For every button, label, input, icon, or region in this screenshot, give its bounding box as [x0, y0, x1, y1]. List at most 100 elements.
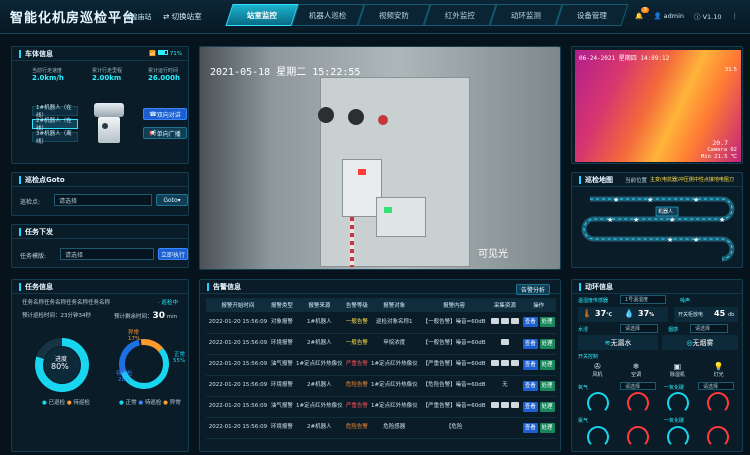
alarm-type: 环境报警 [269, 333, 294, 355]
table-row: 2022-01-20 15:56:09 环境报警 2#机器人 危险告警 1#定点红外热像… [206, 375, 556, 397]
user-menu[interactable]: 👤 admin [653, 12, 684, 20]
gauge-row-2 [578, 426, 738, 448]
robot-item-3[interactable]: 3#机器人（离线） [32, 131, 78, 145]
handle-button[interactable]: 处理 [539, 317, 555, 328]
video-icon[interactable] [500, 317, 509, 324]
col-source: 报警来源 [293, 298, 345, 312]
alarm-title: 告警信息 [200, 280, 560, 294]
alarm-object: 1#定点红外热像仪 [368, 375, 420, 397]
image-icon[interactable] [500, 339, 509, 345]
broadcast-button[interactable]: 📢 单向广播 [143, 127, 187, 139]
handle-button[interactable]: 处理 [539, 338, 555, 349]
o2-select[interactable]: 请选择 [620, 382, 656, 390]
map-panel: 巡检地图 当前位置 主变(电抗器)冲压侧中性点接地电阻刀 ★ ★ ★ ★ ★ ★ ★ ★ ★ 机… [571, 172, 743, 268]
view-button[interactable]: 查看 [522, 380, 538, 391]
abnormal-label: 异常 [128, 330, 140, 336]
tab-device-manage[interactable]: 设备管理 [555, 4, 629, 26]
switch-station-button[interactable]: ⇄ 切换站室 [163, 11, 202, 22]
co-select[interactable]: 请选择 [698, 382, 734, 390]
alarm-analysis-button[interactable]: 告警分析 [516, 284, 550, 295]
alarm-source: 1#机器人 [293, 312, 345, 334]
task-name: 任务名称任务名称任务名称任务名称 [22, 300, 111, 306]
talk-button[interactable]: ☎ 双向对讲 [143, 108, 187, 120]
tab-video-security[interactable]: 视频安防 [357, 4, 431, 26]
alarm-type: 环境报警 [269, 375, 294, 397]
alarm-type: 环境报警 [269, 417, 294, 439]
patrol-map: ★ ★ ★ ★ ★ ★ ★ ★ ★ [581, 196, 735, 262]
task-remain: 预计剩余时间：30 min [114, 311, 178, 321]
noise-label: 噪声 [680, 298, 691, 304]
bell-icon[interactable]: 🔔 3 [635, 7, 649, 20]
goto-select[interactable]: 请选择 [54, 194, 152, 206]
alarm-resource [488, 333, 522, 355]
view-button[interactable]: 查看 [522, 338, 538, 349]
handle-button[interactable]: 处理 [539, 380, 555, 391]
svg-text:★: ★ [693, 196, 699, 204]
ir-min: Min 21.5 ℃ [701, 154, 737, 160]
alarm-resource [488, 396, 522, 418]
pending-label: 待巡检 [116, 371, 133, 377]
main-tabs: 站室监控 机器人巡检 视频安防 红外监控 动环监测 设备管理 [225, 4, 629, 30]
video-caption: 可见光 [478, 249, 508, 260]
table-row: 2022-01-20 15:56:09 环境报警 2#机器人 一般告警 甲烷浓度 【一般告… [206, 333, 556, 355]
robot-item-2[interactable]: 2#机器人（在线） [32, 118, 78, 132]
alarm-resource: 无 [488, 375, 522, 397]
alarm-source: 2#机器人 [293, 333, 345, 355]
ir-timestamp: 06-24-2021 星期四 14:09:12 [579, 55, 670, 62]
audio-icon[interactable] [510, 360, 519, 366]
video-icon[interactable] [500, 360, 509, 366]
o2-label: 氧气 [578, 385, 589, 391]
light-control[interactable]: 💡 灯光 [714, 362, 724, 382]
handle-button[interactable]: 处理 [539, 359, 555, 370]
dehumidifier-control[interactable]: ▣ 除湿机 [670, 362, 685, 382]
table-row: 2022-01-20 15:56:09 油气报警 1#定点红外热像仪 严重告警 1#定点… [206, 354, 556, 376]
water-label: 水浸 [578, 327, 589, 333]
fan-control[interactable]: ✇ 风机 [592, 362, 602, 382]
goto-button[interactable]: Goto ▾ [156, 194, 188, 206]
car-info-panel: 车体信息 📶 71% 当前行走速度 2.0km/h 累计行走里程 2.00km 累计… [11, 46, 189, 164]
view-button[interactable]: 查看 [522, 422, 538, 433]
image-icon[interactable] [490, 360, 499, 366]
task-template-select[interactable]: 请选择 [60, 248, 154, 260]
info-icon: ⓘ [694, 13, 703, 21]
notification-badge: 3 [641, 7, 649, 13]
handle-button[interactable]: 处理 [539, 401, 555, 412]
alarm-source: 1#定点红外热像仪 [293, 396, 345, 418]
image-icon[interactable] [490, 317, 499, 324]
audio-icon[interactable] [510, 402, 519, 408]
more-icon[interactable]: ⋮ [732, 12, 739, 20]
view-button[interactable]: 查看 [522, 401, 538, 412]
task-status: · 巡检中 [158, 300, 178, 306]
handle-button[interactable]: 处理 [539, 422, 555, 433]
video-icon[interactable] [500, 402, 509, 408]
ir-temp2: 20.7 [712, 139, 728, 147]
alarm-source: 1#定点红外热像仪 [293, 354, 345, 376]
map-robot-label: 机器人 [658, 209, 674, 215]
water-select[interactable]: 请选择 [620, 324, 658, 333]
alarm-resource [488, 312, 522, 334]
smoke-select[interactable]: 请选择 [690, 324, 728, 333]
tab-station-monitor[interactable]: 站室监控 [225, 4, 299, 26]
view-button[interactable]: 查看 [522, 317, 538, 328]
image-icon[interactable] [490, 402, 499, 408]
tab-environment[interactable]: 动环监测 [489, 4, 563, 26]
alarm-panel: 告警信息 告警分析 报警开始时间 报警类型 报警来源 告警等级 报警对象 报警内… [199, 279, 561, 452]
top-right-tools: 🔔 3 👤 admin ⓘ V1.10 ⋮ [635, 7, 739, 21]
alarm-actions: 查看 处理 [521, 312, 556, 334]
tab-robot-patrol[interactable]: 机器人巡检 [291, 4, 365, 26]
ac-control[interactable]: ❄ 空调 [631, 362, 641, 382]
sensor-select[interactable]: 1号温湿度 [620, 295, 666, 304]
view-button[interactable]: 查看 [522, 359, 538, 370]
extra-label: 一氧化碳 [664, 418, 685, 424]
battery-icon [158, 50, 169, 55]
robot-item-1[interactable]: 1#机器人（在线） [32, 105, 78, 119]
audio-icon[interactable] [510, 317, 519, 324]
gauge-icon [667, 426, 689, 448]
app-title: 智能化机房巡检平台 [10, 11, 137, 26]
execute-button[interactable]: 立即执行 [158, 248, 188, 260]
robot-image [88, 93, 130, 153]
tab-infrared[interactable]: 红外监控 [423, 4, 497, 26]
alarm-source: 2#机器人 [293, 375, 345, 397]
droplet-icon: 💧 [624, 309, 634, 318]
alarm-type: 对象报警 [269, 312, 294, 334]
